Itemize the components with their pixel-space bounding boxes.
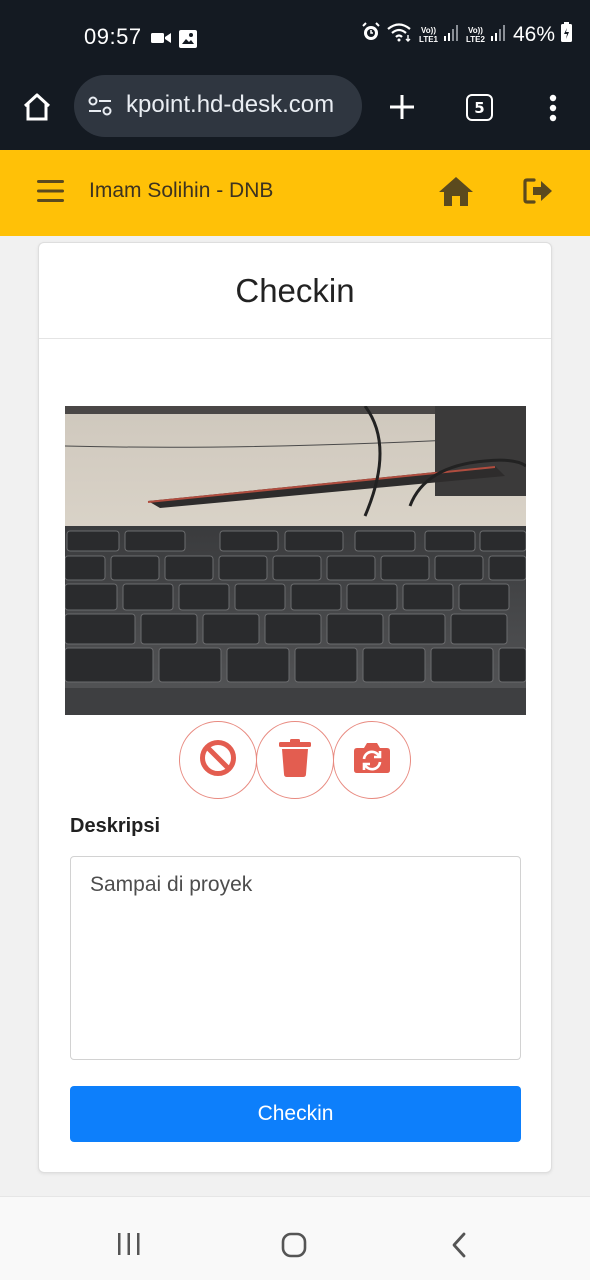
- signal-icon: [490, 23, 507, 46]
- home-icon[interactable]: [22, 92, 52, 126]
- checkin-button[interactable]: Checkin: [70, 1086, 521, 1142]
- battery-icon: [561, 22, 572, 47]
- checkin-card: Checkin Deskripsi Sampai di proyek Check…: [38, 242, 552, 1173]
- status-time: 09:57: [84, 24, 142, 49]
- app-title: Imam Solihin - DNB: [89, 179, 274, 202]
- description-textarea[interactable]: Sampai di proyek: [70, 856, 521, 1060]
- card-header: Checkin: [39, 243, 551, 339]
- video-icon: [151, 30, 171, 52]
- status-bar: 09:57 Vo)) LTE1 Vo)) LTE2 46%: [0, 0, 590, 75]
- camera-image: [65, 406, 526, 715]
- sim2-indicator: Vo)) LTE2: [466, 25, 485, 44]
- trash-icon: [279, 739, 311, 781]
- sim1-indicator: Vo)) LTE1: [419, 25, 438, 44]
- app-header: Imam Solihin - DNB: [0, 150, 590, 236]
- address-bar[interactable]: kpoint.hd-desk.com: [74, 75, 362, 137]
- signal-icon: [444, 23, 460, 46]
- new-tab-icon[interactable]: [388, 93, 416, 125]
- back-icon[interactable]: [451, 1232, 467, 1262]
- site-settings-icon[interactable]: [88, 96, 112, 120]
- logout-icon[interactable]: [522, 177, 554, 209]
- url-text[interactable]: kpoint.hd-desk.com: [126, 91, 334, 119]
- delete-photo-button[interactable]: [256, 721, 334, 799]
- home-icon[interactable]: [438, 175, 474, 211]
- switch-camera-icon: [353, 742, 391, 778]
- gallery-icon: [179, 30, 197, 52]
- page-title: Checkin: [235, 271, 355, 309]
- alarm-icon: [361, 22, 381, 47]
- home-circle-icon[interactable]: [281, 1232, 307, 1262]
- battery-percent: 46%: [512, 22, 555, 46]
- hamburger-menu-icon[interactable]: [37, 179, 64, 207]
- switch-camera-button[interactable]: [333, 721, 411, 799]
- tabs-icon[interactable]: 5: [466, 94, 493, 121]
- system-nav-bar: [0, 1196, 590, 1280]
- cancel-icon: [199, 739, 237, 781]
- wifi-icon: [387, 22, 413, 47]
- description-label: Deskripsi: [70, 815, 161, 837]
- browser-toolbar: kpoint.hd-desk.com 5: [0, 75, 590, 150]
- cancel-button[interactable]: [179, 721, 257, 799]
- camera-actions: [179, 721, 411, 799]
- camera-preview: [65, 406, 526, 715]
- more-menu-icon[interactable]: [549, 94, 557, 126]
- recent-apps-icon[interactable]: [117, 1233, 141, 1259]
